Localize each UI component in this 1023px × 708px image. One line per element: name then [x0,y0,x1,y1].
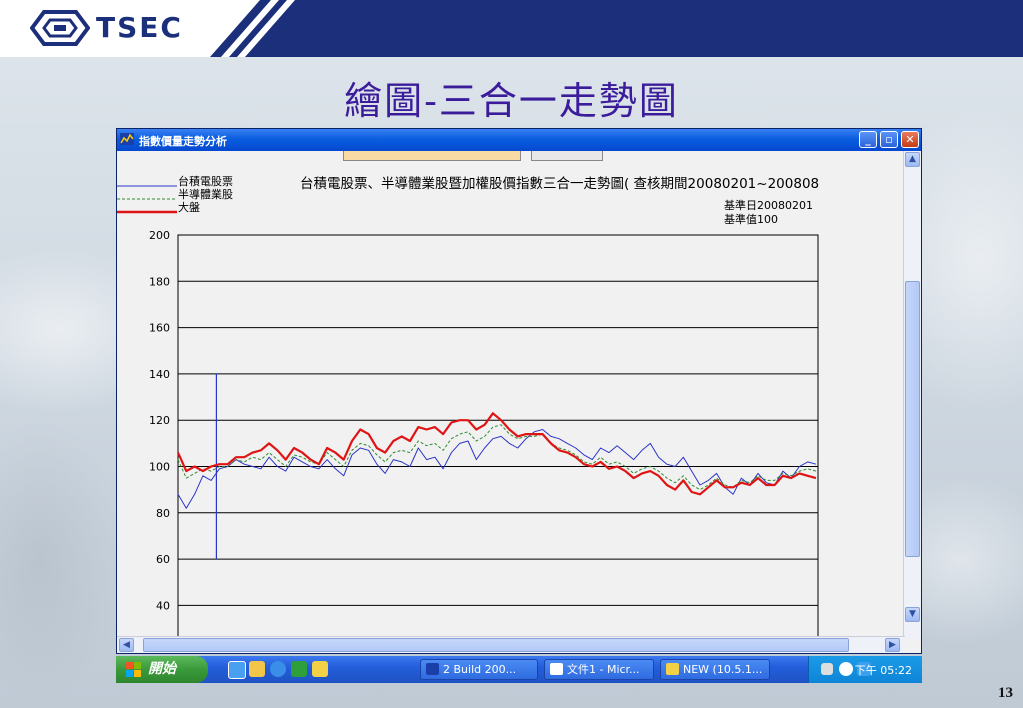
task-build-label: 2 Build 200... [443,663,517,676]
minimize-button[interactable]: _ [859,131,877,148]
app-window: 指數價量走勢分析 _ ▫ ✕ 200 180 160 140 120 100 80 60 40 台… [116,128,922,654]
ie-icon[interactable] [228,661,246,679]
y-tick-label: 100 [149,461,170,474]
scroll-right-arrow-icon[interactable]: ▶ [885,638,900,652]
y-tick-label: 140 [149,368,170,381]
y-tick-label: 40 [156,599,170,612]
desktop-icon[interactable] [291,661,307,677]
system-tray: 下午 05:22 [808,656,922,683]
tray-arrow-icon[interactable] [839,662,853,676]
clock: 下午 05:22 [854,664,912,677]
task-word[interactable]: 文件1 - Micr... [544,659,654,680]
header-stripes [205,0,295,57]
page-number: 13 [998,685,1013,701]
y-tick-label: 160 [149,322,170,335]
legend-label-3: 大盤 [178,200,200,214]
y-tick-label: 80 [156,507,170,520]
y-tick-label: 60 [156,553,170,566]
legend-label-1: 台積電股票 [178,174,233,188]
windows-logo-icon [126,662,141,677]
base-date-label: 基準日20080201 [724,198,813,212]
word-doc-icon [550,663,563,675]
trend-chart: 200 180 160 140 120 100 80 60 40 台積電股票、半導體業股暨加權股價… [117,151,905,639]
vertical-scroll-thumb[interactable] [905,281,920,557]
task-new[interactable]: NEW (10.5.1... [660,659,770,680]
task-new-label: NEW (10.5.1... [683,663,763,676]
period-input[interactable] [343,151,521,161]
taskbar: 開始 2 Build 200... 文件1 - Micr... NEW (10.… [116,656,922,683]
chart-panel: 200 180 160 140 120 100 80 60 40 台積電股票、半導體業股暨加權股價… [117,151,905,639]
scroll-up-arrow-icon[interactable]: ▲ [905,152,920,167]
logo-text: TSEC [96,11,183,44]
horizontal-scroll-thumb[interactable] [143,638,849,652]
restore-button[interactable]: ▫ [880,131,898,148]
build-app-icon [426,663,439,675]
folder-icon[interactable] [249,661,265,677]
start-button[interactable]: 開始 [116,656,208,683]
close-button[interactable]: ✕ [901,131,919,148]
chart-title: 台積電股票、半導體業股暨加權股價指數三合一走勢圖( 查核期間20080201~2… [300,176,819,192]
window-title: 指數價量走勢分析 [139,135,227,148]
base-value-label: 基準值100 [724,212,778,226]
task-word-label: 文件1 - Micr... [567,663,640,676]
browser-icon[interactable] [270,661,286,677]
scroll-down-arrow-icon[interactable]: ▼ [905,607,920,622]
messenger-icon[interactable] [312,661,328,677]
scroll-left-arrow-icon[interactable]: ◀ [119,638,134,652]
vertical-scrollbar[interactable]: ▲ ▼ [903,151,921,639]
slide-title: 繪圖-三合一走勢圖 [344,79,679,123]
task-build[interactable]: 2 Build 200... [420,659,538,680]
y-tick-label: 200 [149,229,170,242]
legend-label-2: 半導體業股 [178,187,233,201]
window-titlebar[interactable]: 指數價量走勢分析 _ ▫ ✕ [117,129,921,151]
tsec-logo-icon [30,10,90,46]
y-tick-label: 120 [149,414,170,427]
keyboard-icon[interactable] [821,663,833,675]
query-button[interactable] [531,151,603,161]
y-tick-label: 180 [149,275,170,288]
app-icon [120,133,134,145]
new-app-icon [666,663,679,675]
horizontal-scrollbar[interactable]: ◀ ▶ [117,636,905,653]
start-label: 開始 [148,661,176,677]
logo-area: TSEC [0,0,210,57]
